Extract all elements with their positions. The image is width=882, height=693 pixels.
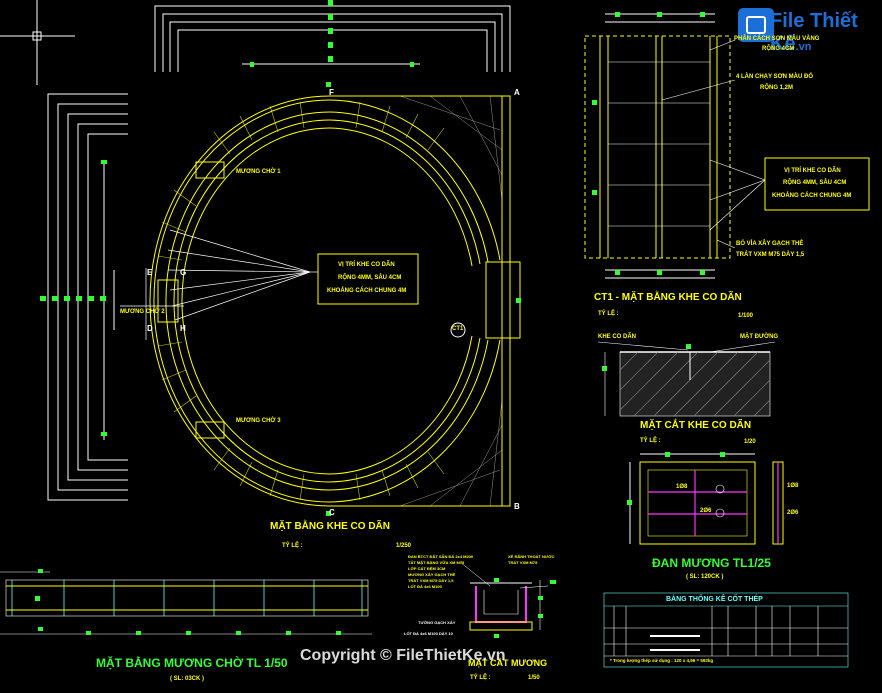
ct1-note1-line1: PHÂN CÁCH SƠN MÀU VÀNG bbox=[734, 36, 820, 42]
joint-note-line3: KHOẢNG CÁCH CHUNG 4M bbox=[327, 288, 407, 294]
point-label-e: E bbox=[147, 268, 153, 277]
ditch-plan-drawing bbox=[0, 571, 372, 635]
joint-note-line1: VỊ TRÍ KHE CO DÃN bbox=[338, 262, 395, 268]
ct1-note4-line2: TRÁT VXM M75 DÀY 1,5 bbox=[736, 252, 805, 258]
cover-slab-title: ĐAN MƯƠNG TL1/25 bbox=[652, 556, 771, 570]
ct1-note1-line2: RỘNG 4CM bbox=[762, 46, 795, 52]
label-muong-cho-1: MƯƠNG CHỜ 1 bbox=[236, 169, 281, 175]
ditch-note-r2: TRÁT VXM M75 bbox=[508, 560, 538, 565]
section-title: MẶT CẮT KHE CO DÃN bbox=[640, 420, 752, 431]
ct1-title: CT1 - MẶT BẰNG KHE CO DÃN bbox=[594, 292, 742, 303]
ct1-callout-tag: CT1 bbox=[452, 326, 464, 332]
ct1-note3-line2: RỘNG 4MM, SÂU 4CM bbox=[783, 180, 847, 186]
point-label-d: D bbox=[147, 324, 153, 333]
ct1-note2-line2: RỘNG 1,2M bbox=[760, 85, 794, 91]
rebar-table-grid bbox=[603, 592, 849, 668]
slab-dim2: 2Ø6 bbox=[700, 508, 712, 514]
slab-dim3: 1Ø8 bbox=[787, 483, 799, 489]
section-detail-drawing bbox=[597, 341, 776, 417]
crosshair-cursor bbox=[0, 0, 75, 85]
point-label-a: A bbox=[514, 88, 520, 97]
ct1-markers bbox=[592, 12, 705, 275]
rebar-table-title: BẢNG THỐNG KÊ CỐT THÉP bbox=[666, 596, 763, 603]
cover-slab-drawing bbox=[629, 453, 784, 545]
ct1-scale-label: TỶ LỆ : bbox=[598, 311, 619, 317]
point-label-f: F bbox=[329, 88, 334, 97]
main-plan-scale-label: TỶ LỆ : bbox=[282, 543, 303, 549]
section-label-joint: KHE CO DÃN bbox=[598, 334, 637, 340]
ct1-note2-line1: 4 LÀN CHẠY SƠN MÀU ĐỎ bbox=[736, 74, 814, 80]
cover-slab-subtitle: ( SL: 120CK ) bbox=[686, 574, 724, 580]
ring-plan bbox=[149, 95, 521, 507]
cover-slab-markers bbox=[627, 452, 725, 505]
point-label-c: C bbox=[329, 508, 335, 517]
section-label-surface: MẶT ĐƯỜNG bbox=[740, 334, 779, 340]
ct1-scale-value: 1/100 bbox=[738, 313, 754, 319]
logo-suffix: .vn bbox=[795, 41, 812, 53]
slab-dim1: 1Ø8 bbox=[676, 484, 688, 490]
section-scale-label: TỶ LỆ : bbox=[640, 438, 661, 444]
ct1-note3-line3: KHOẢNG CÁCH CHUNG 4M bbox=[772, 193, 852, 199]
ditch-section-drawing bbox=[459, 561, 549, 631]
ditch-plan-subtitle: ( SL: 03CK ) bbox=[170, 676, 205, 682]
slab-dim4: 2Ø6 bbox=[787, 510, 799, 516]
ditch-label-pipe: TƯỜNG GẠCH XÂY bbox=[418, 620, 456, 625]
ditch-notes-right: XẺ RÃNH THOÁT NƯỚC TRÁT VXM M75 bbox=[508, 554, 555, 566]
ct1-note3-line1: VỊ TRÍ KHE CO DÃN bbox=[784, 168, 841, 174]
point-label-h: H bbox=[180, 324, 186, 333]
label-muong-cho-3: MƯƠNG CHỜ 3 bbox=[236, 418, 281, 424]
rebar-table-footer: * Trong lượng thép sử dụng : 120 x 4,96 … bbox=[610, 658, 714, 663]
ditch-section-scale-label: TỶ LỆ : bbox=[470, 675, 491, 681]
main-plan-scale-value: 1/250 bbox=[396, 543, 412, 549]
ditch-plan-markers bbox=[35, 569, 341, 635]
main-plan-title: MẶT BẰNG KHE CO DÃN bbox=[270, 521, 390, 532]
ct1-note4-line1: BÓ VỈA XÂY GẠCH THẺ bbox=[736, 241, 804, 247]
label-muong-cho-2: MƯƠNG CHỜ 2 bbox=[120, 309, 165, 315]
copyright-watermark: Copyright © FileThietKe.vn bbox=[300, 647, 506, 664]
ditch-notes-left: ĐAN BTCT ĐẶT SẴN ĐÁ 2x4 M200 TẤT MẶT BẰN… bbox=[408, 554, 473, 590]
joint-note-line2: RỘNG 4MM, SÂU 4CM bbox=[338, 275, 402, 281]
point-label-g: G bbox=[180, 268, 187, 277]
ditch-plan-title: MẶT BẰNG MƯƠNG CHỜ TL 1/50 bbox=[96, 656, 288, 670]
ditch-label-base: LÓT ĐÁ 4x6 M100 DÀY 10 bbox=[404, 631, 453, 636]
section-scale-value: 1/20 bbox=[744, 439, 756, 445]
left-center-markers bbox=[40, 160, 107, 436]
ditch-note-l6: LÓT ĐÁ 4x6 M100 bbox=[408, 584, 442, 589]
top-center-markers bbox=[250, 0, 414, 67]
point-label-b: B bbox=[514, 502, 520, 511]
ditch-section-scale-value: 1/50 bbox=[528, 675, 540, 681]
